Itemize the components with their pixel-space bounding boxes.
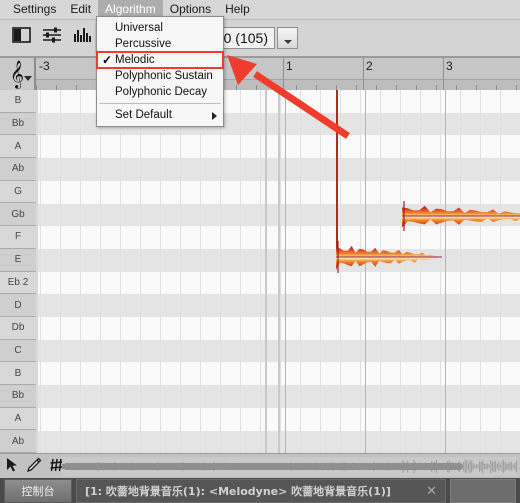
bottom-icon-group [5, 457, 65, 478]
ruler-bar-label-3: 3 [446, 59, 453, 73]
pitch-label-A[interactable]: A [0, 135, 36, 159]
treble-clef-icon: 𝄞 [9, 60, 25, 88]
tab-document-label: [1: 吹蔷地背景音乐(1): <Melodyne> 吹蔷地背景音乐(1)] [85, 485, 391, 498]
ruler-bar-label-2: 2 [366, 59, 373, 73]
pitch-label-E[interactable]: E [0, 248, 36, 272]
sliders-icon[interactable] [41, 26, 63, 49]
bottom-tool-strip [0, 453, 520, 478]
grid-bar-line [285, 90, 286, 453]
toolbar: 120 (105) [0, 20, 520, 58]
melodyne-window: Settings Edit Algorithm Options Help 120… [0, 0, 520, 503]
pitch-label-Ab[interactable]: Ab [0, 430, 36, 453]
note-blob-2[interactable] [402, 201, 520, 231]
grid-beat-line [140, 90, 141, 453]
pitch-label-column: B Bb A Ab G Gb F E Eb 2 D Db C B Bb A Ab [0, 90, 36, 453]
grid-beat-line [460, 90, 461, 453]
menu-separator [99, 103, 221, 104]
algorithm-dropdown-menu[interactable]: UniversalPercussiveMelodicPolyphonic Sus… [96, 16, 224, 127]
pitch-label-Eb-2[interactable]: Eb 2 [0, 271, 36, 295]
pitch-label-Ab[interactable]: Ab [0, 158, 36, 181]
blob-body [336, 245, 438, 270]
tab-console-label: 控制台 [21, 485, 55, 498]
close-icon[interactable]: ✕ [420, 484, 437, 499]
pitch-label-Db[interactable]: Db [0, 316, 36, 340]
bars-icon[interactable] [72, 26, 94, 49]
ruler-bar-label-1: 1 [286, 59, 293, 73]
pointer-icon[interactable] [5, 457, 19, 478]
menu-option-polyphonic-sustain[interactable]: Polyphonic Sustain [97, 68, 223, 84]
pitch-label-C[interactable]: C [0, 339, 36, 363]
menu-option-polyphonic-decay[interactable]: Polyphonic Decay [97, 84, 223, 100]
grid-beat-line [320, 90, 321, 453]
tab-console[interactable]: 控制台 [4, 479, 72, 503]
grid-beat-line [100, 90, 101, 453]
tempo-dropdown-button[interactable] [277, 27, 298, 49]
grid-beat-line [220, 90, 221, 453]
note-editor-grid[interactable] [38, 90, 520, 453]
grid-beat-line [260, 90, 261, 453]
pitch-label-Bb[interactable]: Bb [0, 384, 36, 408]
menu-option-percussive[interactable]: Percussive [97, 36, 223, 52]
pitch-label-B[interactable]: B [0, 362, 36, 385]
grid-marker-line [265, 90, 267, 453]
blob-body [402, 205, 520, 228]
grid-beat-line [500, 90, 501, 453]
grid-beat-line [180, 90, 181, 453]
note-blob-1[interactable] [336, 241, 442, 273]
tab-empty-slot[interactable] [450, 479, 516, 503]
pitch-label-D[interactable]: D [0, 294, 36, 317]
chevron-down-icon [24, 76, 32, 81]
toolbar-icon-group [12, 26, 94, 49]
clef-selector[interactable]: 𝄞 [0, 58, 36, 90]
timeline-ruler: 𝄞 -3 1 2 3 [0, 58, 520, 90]
menu-bar: Settings Edit Algorithm Options Help [0, 0, 520, 20]
pencil-icon[interactable] [26, 457, 42, 478]
menu-item-settings[interactable]: Settings [6, 0, 63, 19]
pitch-label-G[interactable]: G [0, 180, 36, 204]
pitch-label-B[interactable]: B [0, 90, 36, 113]
pitch-label-A[interactable]: A [0, 407, 36, 431]
menu-item-edit[interactable]: Edit [63, 0, 98, 19]
grid-beat-line [80, 90, 81, 453]
grid-beat-line [40, 90, 41, 453]
menu-option-universal[interactable]: Universal [97, 20, 223, 36]
grid-beat-line [280, 90, 281, 453]
waveform-overview-strip[interactable] [62, 457, 517, 476]
pitch-label-F[interactable]: F [0, 226, 36, 249]
grid-beat-line [160, 90, 161, 453]
grid-beat-line [200, 90, 201, 453]
grid-beat-line [480, 90, 481, 453]
ruler-sub-tick [36, 85, 37, 90]
grid-beat-line [300, 90, 301, 453]
waveform-selection-pill[interactable] [63, 463, 463, 470]
grid-marker-line [278, 90, 280, 453]
split-view-icon[interactable] [12, 26, 32, 49]
menu-option-set-default[interactable]: Set Default [97, 107, 223, 123]
pitch-label-Gb[interactable]: Gb [0, 203, 36, 227]
ruler-pickup-label: -3 [39, 59, 50, 73]
grid-beat-line [240, 90, 241, 453]
menu-option-melodic[interactable]: Melodic [96, 51, 224, 69]
grid-beat-line [120, 90, 121, 453]
tab-document[interactable]: [1: 吹蔷地背景音乐(1): <Melodyne> 吹蔷地背景音乐(1)] ✕ [76, 479, 446, 503]
tab-bar: 控制台 [1: 吹蔷地背景音乐(1): <Melodyne> 吹蔷地背景音乐(1… [0, 478, 520, 503]
pitch-label-Bb[interactable]: Bb [0, 112, 36, 136]
grid-bar-line [445, 90, 446, 453]
grid-beat-line [60, 90, 61, 453]
